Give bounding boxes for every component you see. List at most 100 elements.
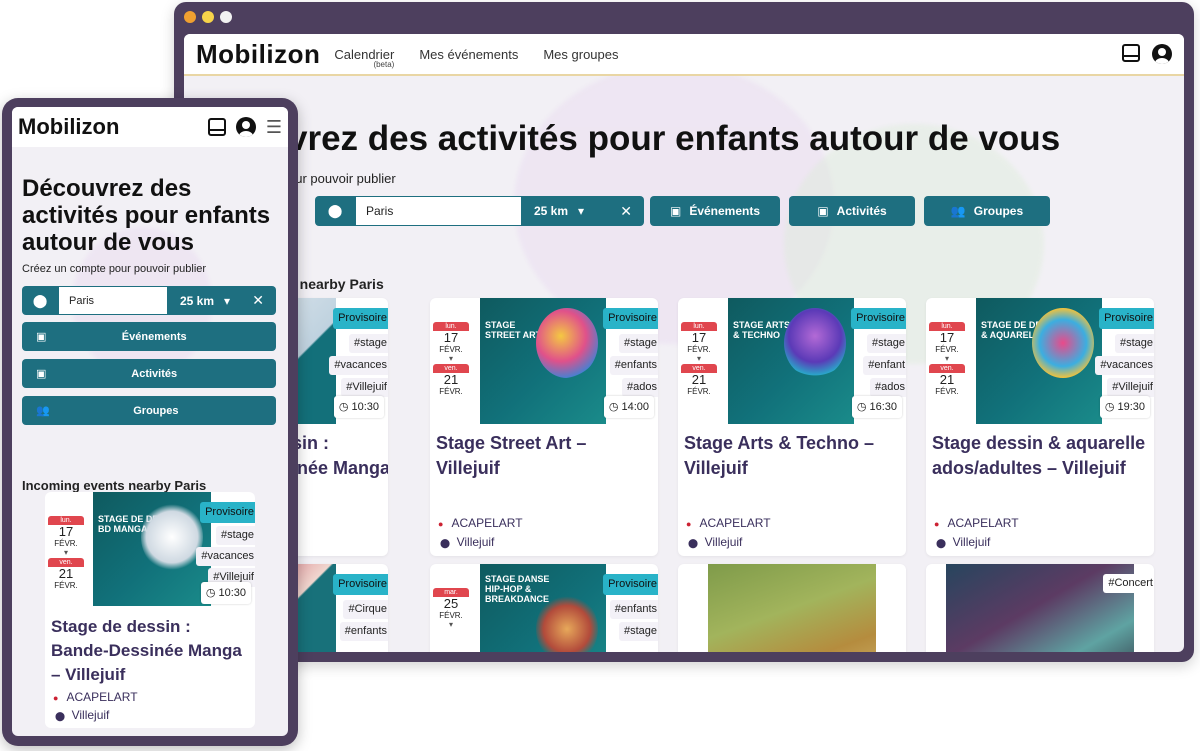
hero-subline: our pouvoir publier xyxy=(288,171,396,186)
event-poster: STAGE DANSE HIP-HOP & BREAKDANCE xyxy=(480,564,606,652)
nav-my-events[interactable]: Mes événements xyxy=(419,47,518,62)
mobile-screen: Mobilizon ☰ Découvrez des activités pour… xyxy=(12,107,288,736)
tag[interactable]: #Villejuif xyxy=(341,378,388,397)
event-poster: STAGE STREET ART xyxy=(480,298,606,424)
organizer[interactable]: ACAPELART xyxy=(686,516,770,530)
minimize-dot-icon[interactable] xyxy=(202,11,214,23)
nav-calendar[interactable]: Calendrier (beta) xyxy=(334,47,394,69)
calendar-icon: ▣ xyxy=(669,204,682,218)
organizer[interactable]: ACAPELART xyxy=(934,516,1018,530)
city-input[interactable]: Paris xyxy=(355,196,522,226)
tag[interactable]: #ados xyxy=(622,378,658,397)
event-poster: STAGE DE DESSIN & AQUARELLE xyxy=(976,298,1102,424)
event-title[interactable]: Stage Street Art – Villejuif xyxy=(436,431,652,481)
window-titlebar xyxy=(174,2,1194,32)
tag[interactable]: #Cirque xyxy=(343,600,388,619)
tag[interactable]: #enfants xyxy=(609,356,658,375)
tag[interactable]: #stage xyxy=(618,334,658,353)
event-poster: STAGE ARTS & TECHNO xyxy=(728,298,854,424)
status-badge: Provisoire xyxy=(333,308,388,329)
search-bar: ⬤ Paris 25 km ▾ ✕ ▣ Événements ▣ Activités … xyxy=(315,196,1050,226)
location-pin-icon: ⬤ xyxy=(22,286,58,315)
clear-icon[interactable]: ✕ xyxy=(620,203,632,220)
hero-subline: Créez un compte pour pouvoir publier xyxy=(22,263,207,275)
groups-button[interactable]: 👥 Groupes xyxy=(924,196,1050,226)
tag[interactable]: #vacances xyxy=(196,547,255,566)
events-button[interactable]: ▣ Événements xyxy=(650,196,780,226)
tag[interactable]: #stage xyxy=(215,526,255,545)
activities-button[interactable]: ▣ Activités xyxy=(22,359,276,388)
event-card[interactable]: mar. 25 FÉVR. ▾ STAGE DANSE HIP-HOP & BREA… xyxy=(430,564,658,652)
event-time: 10:30 xyxy=(333,396,384,418)
menu-icon[interactable]: ☰ xyxy=(266,117,282,138)
events-button[interactable]: ▣ Événements xyxy=(22,322,276,351)
tag[interactable]: #enfant xyxy=(863,356,906,375)
calendar-icon: ▣ xyxy=(36,331,47,343)
event-location: Villejuif xyxy=(55,708,110,722)
search-bar: ⬤ Paris 25 km ▾ ✕ xyxy=(22,286,276,315)
close-dot-icon[interactable] xyxy=(184,11,196,23)
event-title[interactable]: Stage Arts & Techno – Villejuif xyxy=(684,431,900,481)
calendar-icon: ▣ xyxy=(817,204,829,218)
desktop-screen: Mobilizon Calendrier (beta) Mes événement… xyxy=(184,34,1184,652)
status-badge: Provisoire xyxy=(603,308,658,329)
radius-select[interactable]: 25 km ▾ ✕ xyxy=(168,286,276,315)
mobile-device: Mobilizon ☰ Découvrez des activités pour… xyxy=(2,98,298,746)
clear-icon[interactable]: ✕ xyxy=(252,292,264,309)
tag[interactable]: #stage xyxy=(348,334,388,353)
activities-button[interactable]: ▣ Activités xyxy=(789,196,915,226)
event-title[interactable]: Stage de dessin : Bande-Dessinée Manga –… xyxy=(51,615,251,687)
tag[interactable]: #stage xyxy=(1114,334,1154,353)
hero-title: vrez des activités pour enfants autour d… xyxy=(288,119,1061,158)
event-poster: STAGE DE DESSIN BD MANGA xyxy=(93,492,211,606)
tag[interactable]: #ados xyxy=(870,378,906,397)
tag[interactable]: #enfants xyxy=(609,600,658,619)
mobile-navbar: Mobilizon ☰ xyxy=(12,107,288,147)
tag[interactable]: #Villejuif xyxy=(1107,378,1154,397)
city-input[interactable]: Paris xyxy=(58,286,168,315)
event-card[interactable]: #Concert xyxy=(926,564,1154,652)
top-navbar: Mobilizon Calendrier (beta) Mes événement… xyxy=(184,34,1184,76)
mobilizon-logo[interactable]: Mobilizon xyxy=(196,39,320,70)
event-time: 10:30 xyxy=(200,582,251,604)
status-badge: Provisoire xyxy=(333,574,388,595)
event-photo xyxy=(708,564,876,652)
event-location: Villejuif xyxy=(688,535,743,549)
status-badge: Provisoire xyxy=(603,574,658,595)
showcase: Mobilizon Calendrier (beta) Mes événement… xyxy=(0,0,1200,751)
section-title: Incoming events nearby Paris xyxy=(22,478,207,493)
groups-button[interactable]: 👥 Groupes xyxy=(22,396,276,425)
event-title[interactable]: Stage dessin & aquarelle ados/adultes – … xyxy=(932,431,1148,481)
event-card[interactable]: lun.17FÉVR. ▾ ven.21FÉVR. STAGE DE DESSI… xyxy=(45,492,255,728)
event-card[interactable]: lun.17FÉVR. ▾ ven.21FÉVR. STAGE DE DESSI… xyxy=(926,298,1154,556)
event-card[interactable]: lun. 17 FÉVR. ▾ ven. 21 FÉVR. STAGE ARTS & T… xyxy=(678,298,906,556)
inbox-icon[interactable] xyxy=(1122,44,1140,62)
desktop-window: Mobilizon Calendrier (beta) Mes événement… xyxy=(174,2,1194,662)
event-date: lun. 17 FÉVR. ▾ ven. 21 FÉVR. xyxy=(48,516,84,590)
chevron-down-icon: ▾ xyxy=(578,204,585,218)
radius-select[interactable]: 25 km ▾ ✕ xyxy=(522,196,644,226)
tag[interactable]: #vacances xyxy=(329,356,388,375)
event-location: Villejuif xyxy=(936,535,991,549)
status-badge: Provisoire xyxy=(1099,308,1154,329)
tag[interactable]: #stage xyxy=(866,334,906,353)
people-icon: 👥 xyxy=(36,405,50,417)
event-date: lun. 17 FÉVR. ▾ ven. 21 FÉVR. xyxy=(929,322,965,396)
event-card[interactable] xyxy=(678,564,906,652)
event-date: lun. 17 FÉVR. ▾ ven. 21 FÉVR. xyxy=(681,322,717,396)
status-badge: Provisoire xyxy=(851,308,906,329)
event-card[interactable]: lun. 17 FÉVR. ▾ ven. 21 FÉVR. STAGE STREET A… xyxy=(430,298,658,556)
tag[interactable]: #Concert xyxy=(1103,574,1154,593)
inbox-icon[interactable] xyxy=(207,118,226,136)
maximize-dot-icon[interactable] xyxy=(220,11,232,23)
people-icon: 👥 xyxy=(950,204,966,218)
account-icon[interactable] xyxy=(235,117,256,137)
organizer[interactable]: ACAPELART xyxy=(438,516,522,530)
tag[interactable]: #stage xyxy=(618,622,658,641)
mobilizon-logo[interactable]: Mobilizon xyxy=(18,114,119,140)
tag[interactable]: #vacances xyxy=(1095,356,1154,375)
nav-my-groups[interactable]: Mes groupes xyxy=(543,47,618,62)
tag[interactable]: #enfants xyxy=(339,622,388,641)
organizer[interactable]: ACAPELART xyxy=(53,690,137,704)
account-icon[interactable] xyxy=(1152,44,1172,64)
